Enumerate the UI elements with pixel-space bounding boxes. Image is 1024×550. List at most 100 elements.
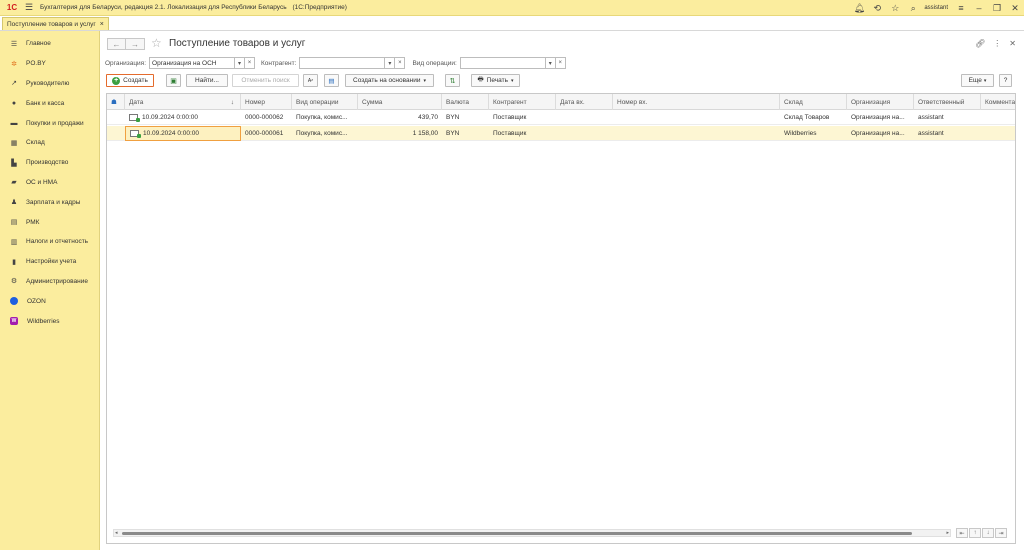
tab-close-icon[interactable]: × xyxy=(100,21,104,28)
sidebar-item-ozon[interactable]: OZON xyxy=(0,291,99,311)
column-header[interactable]: Организация xyxy=(847,94,914,110)
horizontal-scrollbar[interactable]: ◂ ▸ xyxy=(113,529,951,537)
currency-cell: BYN xyxy=(446,130,460,137)
sidebar-item-bank[interactable]: ● Банк и касса xyxy=(0,93,99,113)
operation-dropdown-icon[interactable]: ▾ xyxy=(545,57,556,69)
more-button[interactable]: Еще ▾ xyxy=(961,74,994,87)
tab-receipt[interactable]: Поступление товаров и услуг × xyxy=(2,17,109,30)
main-menu-icon[interactable]: ☰ xyxy=(22,1,36,15)
contractor-field[interactable] xyxy=(299,57,386,69)
settings-menu-icon[interactable]: ≡ xyxy=(952,1,970,15)
printer-icon: 🖶︎ xyxy=(477,76,484,83)
column-header[interactable]: Ответственный xyxy=(914,94,981,110)
scroll-right-icon[interactable]: ▸ xyxy=(946,530,949,536)
find-button[interactable]: Найти... xyxy=(186,74,228,87)
history-icon[interactable]: ⟲ xyxy=(868,1,886,15)
wildberries-icon: W xyxy=(10,317,18,326)
date-value: 10.09.2024 0:00:00 xyxy=(142,114,199,121)
operation-field[interactable] xyxy=(459,57,546,69)
create-button[interactable]: + Создать xyxy=(106,74,154,87)
org-clear-icon[interactable]: × xyxy=(245,57,256,69)
documents-table: ☗ Дата ↓ Номер Вид операции Сумма Валюта … xyxy=(106,93,1016,544)
search-icon[interactable]: ⌕ xyxy=(904,1,922,15)
org-field[interactable]: Организация на ОСН xyxy=(149,57,236,69)
operation-clear-icon[interactable]: × xyxy=(555,57,566,69)
column-header[interactable]: Сумма xyxy=(358,94,442,110)
sidebar-item-rmk[interactable]: ▤ РМК xyxy=(0,212,99,232)
org-dropdown-icon[interactable]: ▾ xyxy=(235,57,246,69)
column-header[interactable]: Номер xyxy=(241,94,292,110)
chevron-down-icon: ▾ xyxy=(423,77,426,84)
user-name[interactable]: assistant xyxy=(924,5,948,11)
table-header: ☗ Дата ↓ Номер Вид операции Сумма Валюта … xyxy=(107,94,1015,110)
column-header[interactable]: Контрагент xyxy=(489,94,556,110)
bell-icon[interactable]: 🔔︎ xyxy=(850,1,868,15)
more-vert-icon[interactable]: ⋮ xyxy=(993,39,1001,48)
transfer-icon: ⇅ xyxy=(449,77,456,85)
back-arrow-icon[interactable]: ← xyxy=(107,38,126,50)
link-icon[interactable]: 🔗︎ xyxy=(975,39,985,48)
column-header[interactable]: Вид операции xyxy=(292,94,358,110)
sidebar-item-main[interactable]: ☰ Главное xyxy=(0,34,99,54)
app-title-text: Бухгалтерия для Беларуси, редакция 2.1. … xyxy=(40,4,287,11)
more-label: Еще xyxy=(968,77,982,84)
restore-icon[interactable]: ❐ xyxy=(988,1,1006,15)
struct-button[interactable]: ▤ xyxy=(324,74,339,87)
sidebar-item-sales[interactable]: ▬ Покупки и продажи xyxy=(0,113,99,133)
sidebar-item-warehouse[interactable]: ▦ Склад xyxy=(0,133,99,153)
sidebar-item-label: Настройки учета xyxy=(26,258,77,266)
sidebar-item-poby[interactable]: ✲ PO.BY xyxy=(0,54,99,74)
favorite-star-icon[interactable]: ☆ xyxy=(151,36,162,50)
close-icon[interactable]: ✕ xyxy=(1006,1,1024,15)
prev-page-icon[interactable]: ↑ xyxy=(969,528,981,538)
forward-arrow-icon[interactable]: → xyxy=(126,38,145,50)
first-page-icon[interactable]: ⇤ xyxy=(956,528,968,538)
nav-buttons: ← → xyxy=(107,38,145,50)
table-row[interactable]: 10.09.2024 0:00:00 0000-000062 Покупка, … xyxy=(107,110,1015,125)
transfer-button[interactable]: ⇅ xyxy=(445,74,460,87)
print-button[interactable]: 🖶︎ Печать ▾ xyxy=(471,74,520,87)
copy-button[interactable]: ▣ xyxy=(166,74,181,87)
scroll-left-icon[interactable]: ◂ xyxy=(115,530,118,536)
sidebar-item-assets[interactable]: ▰ ОС и НМА xyxy=(0,173,99,193)
sidebar-item-wildberries[interactable]: W Wildberries xyxy=(0,311,99,331)
sidebar-item-label: Покупки и продажи xyxy=(26,119,84,127)
toolbar: + Создать ▣ Найти... Отменить поиск Aᶻ ▤… xyxy=(105,73,1017,89)
create-based-button[interactable]: Создать на основании ▾ xyxy=(345,74,434,87)
sidebar-item-settings[interactable]: ▮ Настройки учета xyxy=(0,252,99,272)
column-header[interactable]: Склад xyxy=(780,94,847,110)
in-number-cell xyxy=(613,126,780,141)
next-page-icon[interactable]: ↓ xyxy=(982,528,994,538)
help-button[interactable]: ? xyxy=(999,74,1012,87)
column-header[interactable]: Дата ↓ xyxy=(125,94,241,110)
sidebar-item-label: OZON xyxy=(27,297,46,305)
last-page-icon[interactable]: ⇥ xyxy=(995,528,1007,538)
star-icon[interactable]: ☆ xyxy=(886,1,904,15)
contractor-dropdown-icon[interactable]: ▾ xyxy=(385,57,396,69)
sidebar-item-production[interactable]: ▙ Производство xyxy=(0,153,99,173)
trend-icon: ↗ xyxy=(11,80,17,88)
column-header[interactable]: Номер вх. xyxy=(613,94,780,110)
sort-az-icon: Aᶻ xyxy=(307,77,314,84)
status-column-header[interactable]: ☗ xyxy=(107,94,125,110)
sidebar-item-director[interactable]: ↗ Руководителю xyxy=(0,74,99,94)
cancel-search-button[interactable]: Отменить поиск xyxy=(232,74,299,87)
in-date-cell xyxy=(556,126,613,141)
column-header[interactable]: Дата вх. xyxy=(556,94,613,110)
contractor-clear-icon[interactable]: × xyxy=(395,57,406,69)
sidebar-item-taxes[interactable]: ▥ Налоги и отчетность xyxy=(0,232,99,252)
sidebar-item-admin[interactable]: ⚙ Администрирование xyxy=(0,272,99,292)
close-form-icon[interactable]: ✕ xyxy=(1009,39,1016,48)
sidebar-item-label: Администрирование xyxy=(26,277,88,285)
sidebar-item-salary[interactable]: ♟ Зарплата и кадры xyxy=(0,192,99,212)
scrollbar-thumb[interactable] xyxy=(122,532,912,535)
operation-label: Вид операции: xyxy=(412,59,457,67)
sidebar-item-label: Производство xyxy=(26,159,69,167)
column-header[interactable]: Валюта xyxy=(442,94,489,110)
minimize-icon[interactable]: – xyxy=(970,1,988,15)
sort-button[interactable]: Aᶻ xyxy=(303,74,318,87)
table-row[interactable]: 10.09.2024 0:00:00 0000-000061 Покупка, … xyxy=(107,126,1015,141)
column-header[interactable]: Коммента xyxy=(981,94,1015,110)
operation-cell: Покупка, комис... xyxy=(296,130,348,137)
comment-cell xyxy=(981,110,1015,125)
